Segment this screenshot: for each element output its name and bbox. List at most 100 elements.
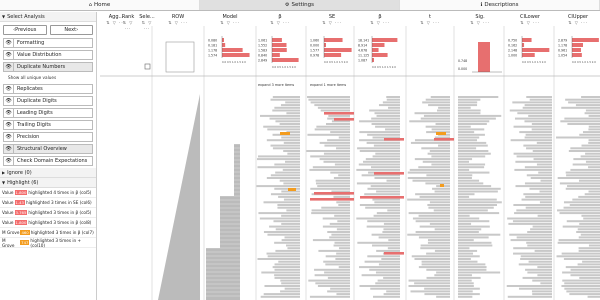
t-bar	[372, 58, 374, 62]
section-title: Ignore (0)	[7, 169, 32, 176]
t-value: 11.125	[358, 54, 369, 58]
row-bar	[564, 117, 600, 120]
highlight-entry[interactable]: M Grove 460 highlighted 3 times in β (col7…	[0, 228, 96, 238]
row-bar	[527, 244, 552, 247]
column-controls-icon[interactable]: ⇅ ▽ ···	[256, 20, 304, 26]
analysis-item[interactable]: 👁 Leading Digits	[3, 108, 93, 118]
analysis-item[interactable]: 👁 Precision	[3, 132, 93, 142]
analysis-item[interactable]: 👁 Structural Overview	[3, 144, 93, 154]
select-analysis-header[interactable]: ▼ Select Analysis	[0, 12, 96, 22]
row-bar	[333, 195, 350, 198]
row-bar	[458, 293, 480, 296]
row-bar	[375, 282, 400, 285]
highlight-entry[interactable]: Value 1.800 highlighted 3 times in β (col8…	[0, 218, 96, 228]
row-bar	[585, 160, 600, 163]
row-bar	[528, 260, 552, 263]
eye-icon[interactable]: 👁	[4, 132, 14, 142]
se-value: 2.849	[258, 59, 267, 63]
row-bar	[565, 187, 600, 190]
column-header[interactable]: CILower ⇅ ▽ ···	[506, 14, 554, 26]
eye-icon[interactable]: 👁	[4, 38, 14, 48]
cil-bar	[522, 48, 550, 52]
tab-home[interactable]: ⌂ Home	[0, 0, 200, 10]
column-header[interactable]: ROW ⇅ ▽ ···	[154, 14, 202, 26]
tab-label: Home	[93, 2, 111, 8]
eye-icon[interactable]: 👁	[4, 144, 14, 154]
row-bar	[421, 147, 450, 150]
row-bar	[318, 249, 350, 252]
column-header[interactable]: β ⇅ ▽ ···	[256, 14, 304, 26]
analysis-item[interactable]: 👁 Duplicate Digits	[3, 96, 93, 106]
tab-descriptions[interactable]: ℹ Descriptions	[400, 0, 600, 10]
column-header[interactable]: Model ⇅ ▽ ···	[206, 14, 254, 26]
row-bar	[458, 271, 501, 274]
column-header[interactable]: β ⇅ ▽ ···	[356, 14, 404, 26]
row-bar	[336, 252, 350, 255]
eye-icon[interactable]: 👁	[4, 96, 14, 106]
column-controls-icon[interactable]: ⇅ ▽ ···	[308, 20, 356, 26]
row-bar	[316, 125, 350, 128]
analysis-item[interactable]: 👁 Value Distribution	[3, 50, 93, 60]
column-header[interactable]: Sig. ⇅ ▽ ···	[456, 14, 504, 26]
eye-icon[interactable]: 👁	[4, 84, 14, 94]
b-value: 0.181	[208, 44, 217, 48]
analysis-item[interactable]: 👁 Check Domain Expectations	[3, 156, 93, 166]
highlight-value: 3.765	[14, 210, 28, 215]
row-bar	[372, 155, 400, 158]
column-controls-icon[interactable]: ⇅ ▽ ···	[206, 20, 254, 26]
ignore-header[interactable]: ▶ Ignore (0)	[0, 168, 96, 178]
highlight-entry[interactable]: M Grove 747 highlighted 3 times in + (col1…	[0, 238, 96, 248]
row-bar	[263, 293, 300, 296]
column-header[interactable]: Rank ⇅ ▽ ···	[120, 14, 136, 32]
row-bar	[458, 214, 470, 217]
row-bar	[431, 155, 450, 158]
previous-button[interactable]: ‹ Previous	[3, 25, 47, 35]
column-controls-icon[interactable]: ⇅ ▽ ···	[154, 20, 202, 26]
highlight-entry[interactable]: Value 1.43 highlighted 3 times in SE (col6…	[0, 198, 96, 208]
column-header[interactable]: SE ⇅ ▽ ···	[308, 14, 356, 26]
next-button[interactable]: Next ›	[49, 25, 93, 35]
row-bar	[274, 263, 300, 266]
row-bar	[378, 104, 400, 107]
row-bar	[557, 177, 600, 179]
column-controls-icon[interactable]: ⇅ ▽ ···	[120, 20, 136, 32]
column-header[interactable]: CIUpper ⇅ ▽ ···	[556, 14, 600, 26]
analysis-item[interactable]: 👁 Duplicate Numbers	[3, 62, 93, 72]
analysis-item[interactable]: 👁 Replicates	[3, 84, 93, 94]
column-controls-icon[interactable]: ⇅ ▽ ···	[356, 20, 404, 26]
row-bar	[577, 228, 600, 231]
row-bar	[275, 249, 300, 252]
row-bar	[458, 268, 487, 271]
tab-settings[interactable]: ⚙ Settings	[200, 0, 400, 10]
column-controls-icon[interactable]: ⇅ ▽ ···	[506, 20, 554, 26]
eye-icon[interactable]: 👁	[4, 120, 14, 130]
row-bar	[274, 268, 300, 271]
column-header[interactable]: t ⇅ ▽ ···	[406, 14, 454, 26]
table-visualization: 0.0800.1811.1781.5740.0 0.5 1.0 1.5 2.01…	[100, 26, 600, 300]
column-controls-icon[interactable]: ⇅ ▽ ···	[456, 20, 504, 26]
highlight-entry[interactable]: Value 3.765 highlighted 3 times in β (col5…	[0, 208, 96, 218]
row-bar	[258, 155, 300, 158]
eye-icon[interactable]: 👁	[4, 50, 14, 60]
eye-icon[interactable]: 👁	[4, 62, 14, 72]
row-bar	[436, 295, 450, 298]
row-bar	[458, 276, 481, 279]
row-bar	[458, 274, 472, 277]
cil-value: 0.750	[508, 39, 517, 43]
analysis-item[interactable]: 👁 Formatting	[3, 38, 93, 48]
column-controls-icon[interactable]: ⇅ ▽ ···	[556, 20, 600, 26]
highlight-header[interactable]: ▼ Highlight (6)	[0, 178, 96, 188]
eye-icon[interactable]: 👁	[4, 156, 14, 166]
row-bar	[410, 141, 450, 144]
row-bar	[359, 131, 400, 134]
row-bar	[585, 152, 600, 155]
row-bar	[327, 290, 350, 293]
eye-icon[interactable]: 👁	[4, 108, 14, 118]
analysis-item[interactable]: 👁 Trailing Digits	[3, 120, 93, 130]
highlight-entry[interactable]: Value 1.800 highlighted 4 times in β (col5…	[0, 188, 96, 198]
column-controls-icon[interactable]: ⇅ ▽ ···	[406, 20, 454, 26]
select-all-checkbox	[144, 63, 151, 70]
row-bar	[410, 290, 450, 293]
show-all-unique-values[interactable]: Show all unique values	[0, 74, 96, 84]
row-bar	[334, 214, 350, 217]
